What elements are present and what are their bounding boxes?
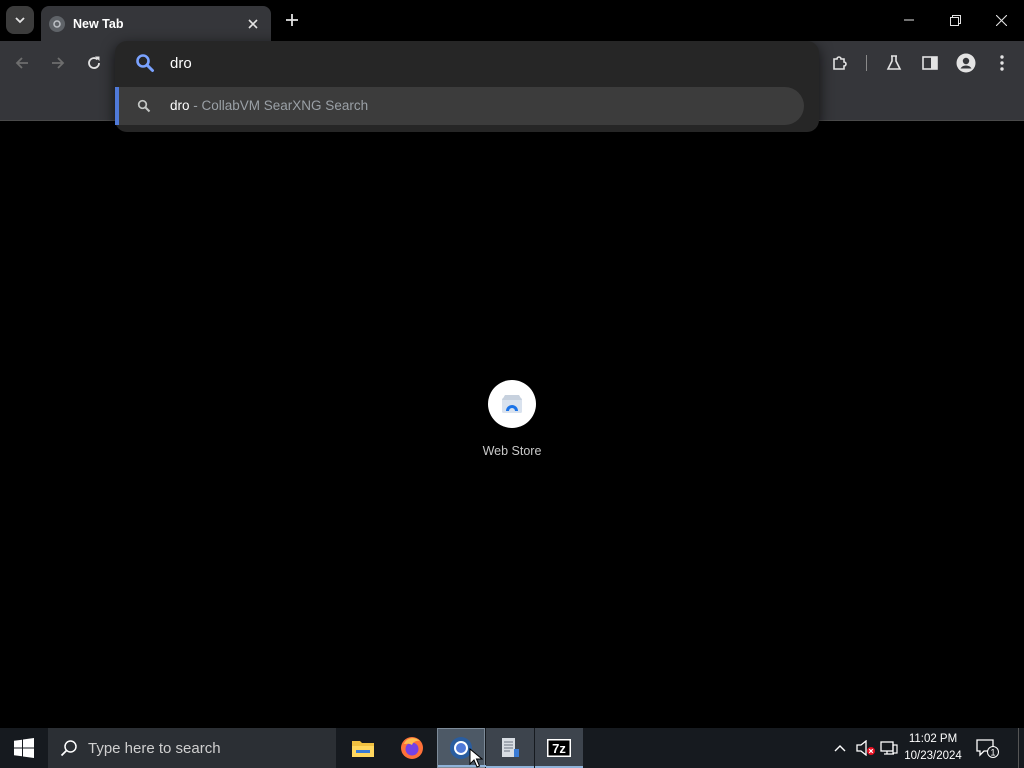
firefox-icon [401, 737, 423, 759]
shortcut-label: Web Store [482, 444, 542, 458]
tab-title: New Tab [73, 16, 124, 31]
taskbar-search-placeholder: Type here to search [88, 739, 221, 757]
omnibox-input-row [115, 41, 819, 85]
taskbar-app-7zip[interactable]: 7z [535, 728, 583, 768]
labs-button[interactable] [879, 48, 909, 78]
reload-icon [88, 56, 100, 69]
chevron-down-icon [15, 17, 25, 24]
tab-new-tab[interactable]: New Tab [41, 6, 271, 41]
suggestion-separator: - [189, 98, 202, 113]
7zip-icon-text: 7z [552, 741, 566, 756]
new-tab-button[interactable] [279, 7, 305, 33]
tab-close-button[interactable] [241, 12, 265, 36]
clock-time: 11:02 PM [908, 733, 958, 745]
shortcut-web-store[interactable]: Web Store [472, 380, 552, 464]
puzzle-icon [833, 56, 847, 70]
chevron-up-icon [834, 745, 846, 752]
7zip-icon: 7z [547, 739, 571, 757]
address-bar-input[interactable] [170, 51, 770, 75]
suggestion-engine: CollabVM SearXNG Search [201, 98, 369, 113]
minimize-button[interactable] [886, 0, 932, 40]
kebab-menu-icon [1000, 55, 1004, 71]
menu-button[interactable] [987, 48, 1017, 78]
notification-icon: 1 [976, 739, 999, 758]
omnibox-dropdown: dro - CollabVM SearXNG Search [115, 41, 819, 132]
search-icon [137, 99, 151, 113]
toolbar-separator [866, 55, 867, 71]
network-icon [880, 741, 898, 755]
arrow-left-icon [15, 57, 28, 69]
search-icon [136, 54, 154, 72]
notification-count: 1 [990, 748, 995, 758]
taskbar-clock[interactable]: 11:02 PM 10/23/2024 [900, 730, 966, 766]
profile-button[interactable] [951, 48, 981, 78]
reload-button[interactable] [79, 48, 109, 78]
arrow-right-icon [52, 57, 65, 69]
taskbar-app-file-explorer[interactable] [339, 728, 387, 768]
avatar-icon [956, 53, 976, 73]
volume-button[interactable] [854, 728, 878, 768]
close-icon [995, 14, 1007, 26]
taskbar-app-notepad[interactable] [486, 728, 534, 768]
tab-search-button[interactable] [6, 6, 34, 34]
network-button[interactable] [878, 728, 900, 768]
side-panel-icon [922, 56, 938, 70]
plus-icon [286, 14, 298, 26]
close-icon [248, 18, 258, 29]
notepad-icon [502, 738, 519, 757]
forward-button[interactable] [43, 48, 73, 78]
restore-button[interactable] [932, 0, 978, 40]
suggestion-selected-indicator [115, 87, 119, 125]
mouse-cursor-icon [469, 748, 483, 768]
extensions-button[interactable] [825, 48, 855, 78]
omnibox-suggestion[interactable]: dro - CollabVM SearXNG Search [115, 87, 804, 125]
back-button[interactable] [7, 48, 37, 78]
minimize-icon [904, 19, 914, 21]
side-panel-button[interactable] [915, 48, 945, 78]
flask-icon [886, 55, 902, 70]
file-explorer-icon [352, 741, 374, 757]
clock-date: 10/23/2024 [904, 750, 962, 762]
restore-icon [949, 14, 961, 26]
web-store-icon [488, 380, 536, 428]
suggestion-text: dro - CollabVM SearXNG Search [170, 98, 368, 113]
suggestion-query: dro [170, 98, 190, 113]
search-icon [60, 740, 77, 757]
windows-logo-icon [14, 738, 34, 758]
action-center-button[interactable]: 1 [972, 728, 1002, 768]
taskbar-search-box[interactable]: Type here to search [48, 728, 336, 768]
windows-taskbar: Type here to search 7z 11:02 PM 10/23/20… [0, 728, 1024, 768]
taskbar-app-firefox[interactable] [388, 728, 436, 768]
title-bar: New Tab [0, 0, 1024, 41]
speaker-muted-icon [856, 740, 875, 756]
close-window-button[interactable] [978, 0, 1024, 40]
show-desktop-button[interactable] [1018, 728, 1024, 768]
start-button[interactable] [0, 728, 48, 768]
show-hidden-icons-button[interactable] [830, 728, 850, 768]
new-tab-favicon-icon [49, 15, 65, 32]
